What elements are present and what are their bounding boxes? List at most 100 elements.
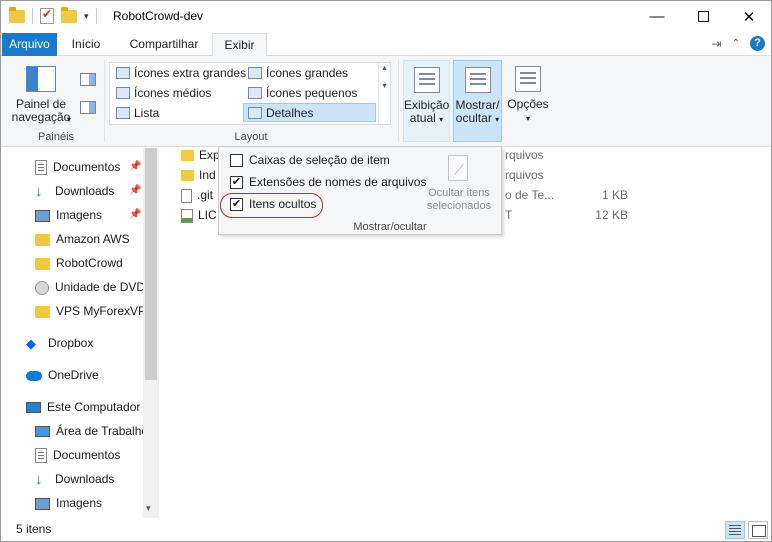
navigation-pane: Documentos 📌 ↓ Downloads 📌 Imagens 📌 Amaz… [1, 148, 159, 518]
pin-icon[interactable]: 📌 [129, 161, 141, 172]
scroll-down-icon[interactable]: ▾ [146, 503, 151, 514]
folder-icon [35, 233, 50, 246]
chevron-up-icon[interactable]: ⌃ [732, 38, 740, 49]
customize-toolbar-icon[interactable]: ▾ [84, 11, 89, 22]
show-hide-menu: Caixas de seleção de item ✔ Extensões de … [218, 146, 502, 235]
scrollbar-thumb[interactable] [145, 148, 157, 380]
nav-item-onedrive[interactable]: OneDrive [26, 364, 99, 386]
properties-icon[interactable] [40, 7, 54, 24]
file-size: 12 KB [595, 208, 628, 222]
file-name: Exp [199, 148, 220, 162]
nav-item-downloads[interactable]: ↓ Downloads [35, 180, 114, 202]
nav-item-desktop[interactable]: Área de Trabalho [35, 420, 148, 442]
nav-item-label: Dropbox [48, 336, 94, 350]
layout-list[interactable]: Lista [112, 104, 159, 123]
nav-item-downloads-pc[interactable]: ↓ Downloads [35, 468, 114, 490]
navigation-pane-button[interactable]: Painel de navegação ▾ [11, 62, 71, 124]
title-bar: ▾ RobotCrowd-dev — ✕ [1, 1, 771, 33]
preview-pane-icon[interactable] [80, 73, 96, 86]
tab-share[interactable]: Compartilhar [119, 33, 209, 56]
nav-item-vps[interactable]: VPS MyForexVPS [35, 300, 154, 322]
current-view-button[interactable]: Exibição atual ▾ [403, 60, 450, 142]
chevron-down-icon: ▾ [525, 114, 530, 123]
details-view-icon[interactable] [725, 521, 745, 539]
checkbox[interactable] [230, 154, 243, 167]
file-type: rquivos [505, 148, 544, 162]
nav-item-dvd-drive[interactable]: Unidade de DVD [35, 276, 145, 298]
folder-icon [181, 150, 194, 162]
nav-item-label: Documentos [53, 160, 121, 174]
pin-icon[interactable]: 📌 [129, 185, 141, 196]
options-label: Opções [507, 97, 549, 111]
pin-icon[interactable]: 📌 [129, 209, 141, 220]
layout-item-label: Lista [134, 106, 160, 120]
nav-item-label: Documentos [53, 448, 121, 462]
folder-icon [35, 305, 50, 318]
file-row[interactable]: Ind [181, 165, 216, 185]
maximize-button[interactable] [680, 1, 726, 32]
close-button[interactable]: ✕ [726, 1, 771, 32]
layout-gallery: Ícones extra grandes Ícones grandes Ícon… [109, 62, 391, 125]
tab-view[interactable]: Exibir [212, 33, 267, 57]
nav-item-label: Imagens [56, 208, 103, 222]
help-icon[interactable]: ? [750, 36, 765, 51]
new-folder-icon[interactable] [61, 6, 77, 23]
large-icons-icon [248, 67, 262, 79]
file-name: Ind [199, 168, 216, 182]
large-icons-view-icon[interactable] [748, 521, 768, 539]
small-icons-icon [248, 87, 262, 99]
checkbox-checked[interactable]: ✔ [230, 176, 243, 189]
details-pane-icon[interactable] [80, 101, 96, 114]
file-row[interactable]: .git [181, 185, 213, 205]
options-button[interactable]: Opções ▾ [506, 60, 550, 142]
nav-item-documents-pc[interactable]: Documentos [35, 444, 120, 466]
ribbon-controls: ⇥ ⌃ ? [712, 36, 765, 51]
pin-ribbon-icon[interactable]: ⇥ [712, 37, 722, 51]
layout-extra-large-icons[interactable]: Ícones extra grandes [112, 64, 246, 83]
pictures-icon [35, 209, 50, 222]
toolbar-separator [32, 8, 33, 24]
file-icon [181, 188, 192, 203]
status-bar: 5 itens [1, 518, 771, 541]
dvd-icon [35, 280, 49, 295]
nav-item-amazon-aws[interactable]: Amazon AWS [35, 228, 130, 250]
navigation-pane-label: Painel de navegação [11, 97, 71, 124]
license-file-icon [181, 208, 193, 223]
navigation-scrollbar[interactable]: ▾ [143, 148, 159, 518]
nav-item-label: Unidade de DVD [55, 280, 146, 294]
file-extensions-option[interactable]: ✔ Extensões de nomes de arquivos [227, 172, 426, 192]
nav-item-label: VPS MyForexVPS [56, 304, 155, 318]
chevron-down-icon: ▾ [495, 115, 500, 124]
layout-small-icons[interactable]: Ícones pequenos [244, 84, 357, 103]
tab-home[interactable]: Início [63, 33, 109, 56]
show-hide-icon [464, 67, 491, 93]
nav-item-dropbox[interactable]: ◆ Dropbox [26, 332, 93, 354]
group-label-show-hide: Mostrar/ocultar [353, 221, 427, 233]
nav-item-label: Amazon AWS [56, 232, 130, 246]
nav-item-documents[interactable]: Documentos [35, 156, 120, 178]
onedrive-icon [26, 370, 42, 381]
hide-selected-button[interactable]: Ocultar itens selecionados [419, 187, 499, 213]
nav-item-pictures-pc[interactable]: Imagens [35, 492, 102, 514]
file-row[interactable]: LIC [181, 205, 217, 225]
hide-selected-label: selecionados [426, 200, 492, 212]
minimize-button[interactable]: — [634, 1, 680, 32]
nav-item-pictures[interactable]: Imagens [35, 204, 102, 226]
nav-item-this-pc[interactable]: Este Computador [26, 396, 140, 418]
layout-details[interactable]: Detalhes [243, 103, 376, 122]
item-checkboxes-option[interactable]: Caixas de seleção de item [227, 150, 390, 170]
file-type: rquivos [505, 168, 544, 182]
file-row[interactable]: Exp [181, 145, 220, 165]
nav-item-robotcrowd[interactable]: RobotCrowd [35, 252, 123, 274]
tab-file[interactable]: Arquivo [2, 33, 57, 56]
layout-gallery-scroll[interactable]: ▴ ▾ [378, 63, 390, 124]
option-label: Caixas de seleção de item [249, 153, 390, 167]
chevron-down-icon: ▾ [439, 115, 444, 124]
group-label-layout: Layout [234, 131, 268, 143]
layout-large-icons[interactable]: Ícones grandes [244, 64, 348, 83]
show-hide-button[interactable]: Mostrar/ ocultar ▾ [453, 60, 502, 142]
nav-item-label: Downloads [55, 184, 115, 198]
layout-medium-icons[interactable]: Ícones médios [112, 84, 211, 103]
layout-item-label: Detalhes [266, 106, 314, 120]
navigation-pane-icon [26, 66, 56, 92]
